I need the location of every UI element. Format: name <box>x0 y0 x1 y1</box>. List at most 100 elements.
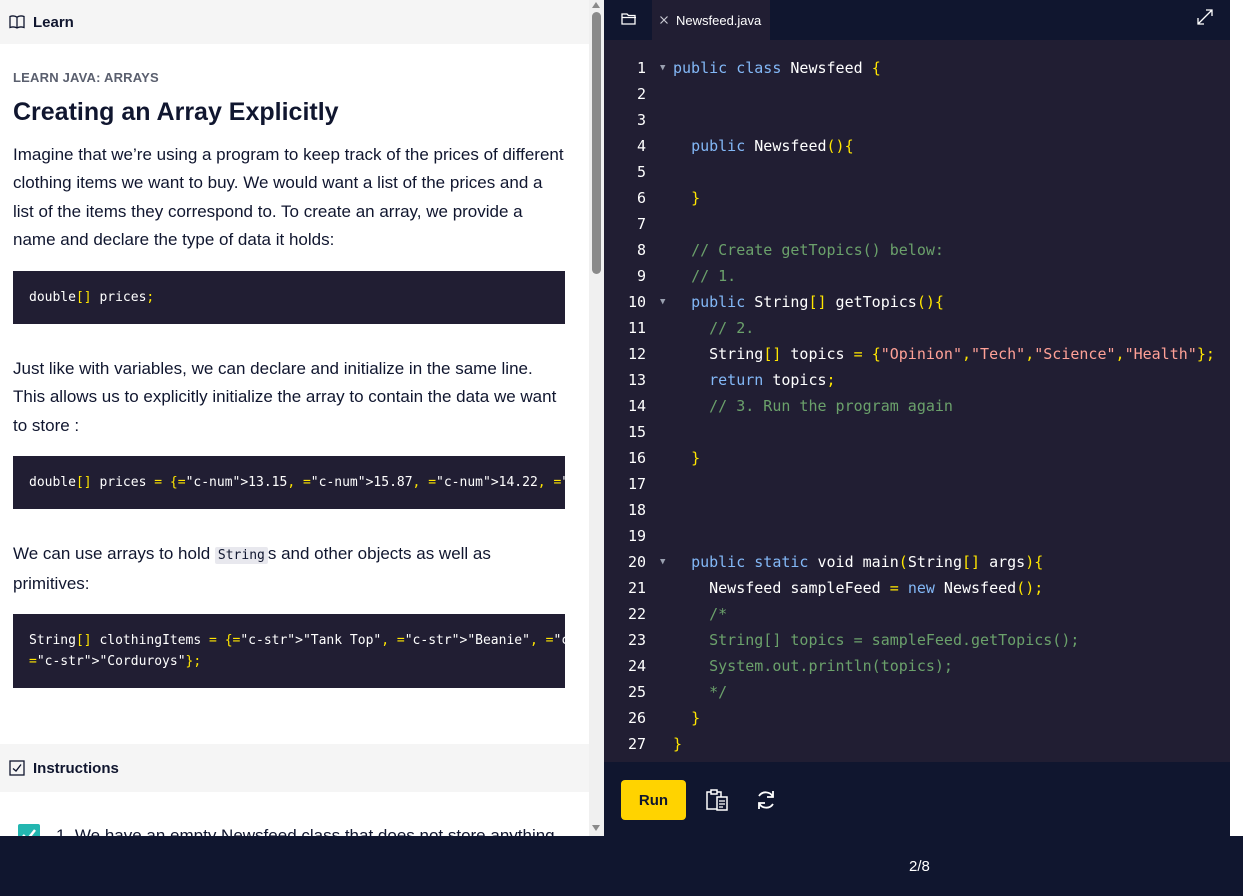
code-text: // 2. <box>673 315 754 341</box>
code-line[interactable]: 16 } <box>604 445 1230 471</box>
line-number: 2 <box>636 85 646 103</box>
code-text: public static void main(String[] args){ <box>691 553 1044 571</box>
line-number: 26 <box>627 709 646 727</box>
task-checkmark-icon <box>18 824 40 836</box>
expand-icon[interactable] <box>1196 8 1214 26</box>
line-number: 3 <box>636 111 646 129</box>
learn-panel: Learn LEARN JAVA: ARRAYS Creating an Arr… <box>0 0 604 836</box>
line-number: 24 <box>627 657 646 675</box>
task-text: 1. We have an empty Newsfeed class that … <box>56 826 555 836</box>
code-text: // Create getTopics() below: <box>673 237 944 263</box>
scroll-down-arrow-icon[interactable] <box>592 825 600 831</box>
line-number: 7 <box>636 215 646 233</box>
learn-header: Learn <box>0 0 589 44</box>
code-text: } <box>691 189 701 207</box>
code-line[interactable]: 12 String[] topics = {"Opinion","Tech","… <box>604 341 1230 367</box>
line-number: 8 <box>636 241 646 259</box>
code-line[interactable]: 17 <box>604 471 1230 497</box>
code-text: public class Newsfeed { <box>673 59 881 77</box>
code-line[interactable]: 23 String[] topics = sampleFeed.getTopic… <box>604 627 1230 653</box>
close-icon[interactable] <box>659 15 669 25</box>
code-line[interactable]: 25 */ <box>604 679 1230 705</box>
code-line[interactable]: 6 } <box>604 185 1230 211</box>
code-line[interactable]: 13 return topics; <box>604 367 1230 393</box>
task-item-1[interactable]: 1. We have an empty Newsfeed class that … <box>18 822 578 836</box>
line-number: 18 <box>627 501 646 519</box>
code-line[interactable]: 10 ▼ public String[] getTopics(){ <box>604 289 1230 315</box>
code-line[interactable]: 26 } <box>604 705 1230 731</box>
fold-arrow-icon[interactable]: ▼ <box>660 289 665 315</box>
para3-text-a: We can use arrays to hold <box>13 544 215 563</box>
checkbox-icon <box>9 760 25 776</box>
lesson-eyebrow: LEARN JAVA: ARRAYS <box>13 70 159 85</box>
instructions-label: Instructions <box>33 759 119 777</box>
run-toolbar: Run <box>604 762 1230 836</box>
code-line[interactable]: 5 <box>604 159 1230 185</box>
lesson-title: Creating an Array Explicitly <box>13 98 339 126</box>
code-line[interactable]: 15 <box>604 419 1230 445</box>
code-line[interactable]: 9 // 1. <box>604 263 1230 289</box>
line-number: 23 <box>627 631 646 649</box>
code-line[interactable]: 14 // 3. Run the program again <box>604 393 1230 419</box>
line-number: 11 <box>627 319 646 337</box>
code-snippet-2-line: double[] prices = {="c-num">13.15, ="c-n… <box>29 475 604 490</box>
code-string: "Opinion" <box>880 345 962 363</box>
lesson-paragraph-1: Imagine that we’re using a program to ke… <box>13 145 564 249</box>
instructions-header[interactable]: Instructions <box>0 744 589 792</box>
code-line[interactable]: 27} <box>604 731 1230 757</box>
page-counter: 2/8 <box>909 858 930 875</box>
code-line[interactable]: 8 // Create getTopics() below: <box>604 237 1230 263</box>
line-number: 1 <box>636 59 646 77</box>
code-text: public Newsfeed(){ <box>691 137 854 155</box>
line-number: 4 <box>636 137 646 155</box>
code-line[interactable]: 7 <box>604 211 1230 237</box>
learn-scrollbar[interactable] <box>589 0 604 836</box>
fold-arrow-icon[interactable]: ▼ <box>660 55 665 81</box>
line-number: 22 <box>627 605 646 623</box>
line-number: 6 <box>636 189 646 207</box>
code-comment: // 2. <box>709 319 755 337</box>
code-comment: */ <box>709 683 728 701</box>
file-tab-newsfeed[interactable]: Newsfeed.java <box>652 0 770 40</box>
code-text: } <box>691 449 701 467</box>
code-line[interactable]: 11 // 2. <box>604 315 1230 341</box>
code-string: "Tech" <box>971 345 1026 363</box>
code-line[interactable]: 21 Newsfeed sampleFeed = new Newsfeed(); <box>604 575 1230 601</box>
code-text: // 3. Run the program again <box>673 393 953 419</box>
line-number: 9 <box>636 267 646 285</box>
line-number: 16 <box>627 449 646 467</box>
code-line[interactable]: 4 public Newsfeed(){ <box>604 133 1230 159</box>
code-line[interactable]: 1 ▼ public class Newsfeed { <box>604 55 1230 81</box>
lesson-paragraph-2: Just like with variables, we can declare… <box>13 359 557 435</box>
fold-arrow-icon[interactable]: ▼ <box>660 549 665 575</box>
code-comment: // 1. <box>691 267 737 285</box>
line-number: 13 <box>627 371 646 389</box>
reset-icon[interactable] <box>754 788 778 812</box>
scroll-up-arrow-icon[interactable] <box>592 2 600 8</box>
lesson-paragraph-3: We can use arrays to hold String s and ot… <box>13 540 565 599</box>
code-text: return topics; <box>709 371 836 389</box>
code-line[interactable]: 2 <box>604 81 1230 107</box>
code-comment: /* <box>709 605 728 623</box>
line-number: 15 <box>627 423 646 441</box>
code-line[interactable]: 18 <box>604 497 1230 523</box>
line-number: 14 <box>627 397 646 415</box>
file-tab-label: Newsfeed.java <box>676 12 762 28</box>
code-line[interactable]: 22 /* <box>604 601 1230 627</box>
code-line[interactable]: 24 System.out.println(topics); <box>604 653 1230 679</box>
code-line[interactable]: 3 <box>604 107 1230 133</box>
line-number: 27 <box>627 735 646 753</box>
code-line[interactable]: 20 ▼ public static void main(String[] arg… <box>604 549 1230 575</box>
run-button[interactable]: Run <box>621 780 686 820</box>
folder-icon[interactable] <box>620 10 638 28</box>
code-editor[interactable]: 1 ▼ public class Newsfeed {2 3 4 public News… <box>604 40 1230 762</box>
line-number: 5 <box>636 163 646 181</box>
learn-header-label: Learn <box>33 13 74 31</box>
copy-icon[interactable] <box>704 787 730 813</box>
line-number: 17 <box>627 475 646 493</box>
line-number: 10 <box>627 293 646 311</box>
scroll-thumb[interactable] <box>592 12 601 274</box>
code-line[interactable]: 19 <box>604 523 1230 549</box>
code-text: String[] topics = sampleFeed.getTopics()… <box>673 627 1079 653</box>
bottom-bar: 2/8 <box>0 836 1243 896</box>
